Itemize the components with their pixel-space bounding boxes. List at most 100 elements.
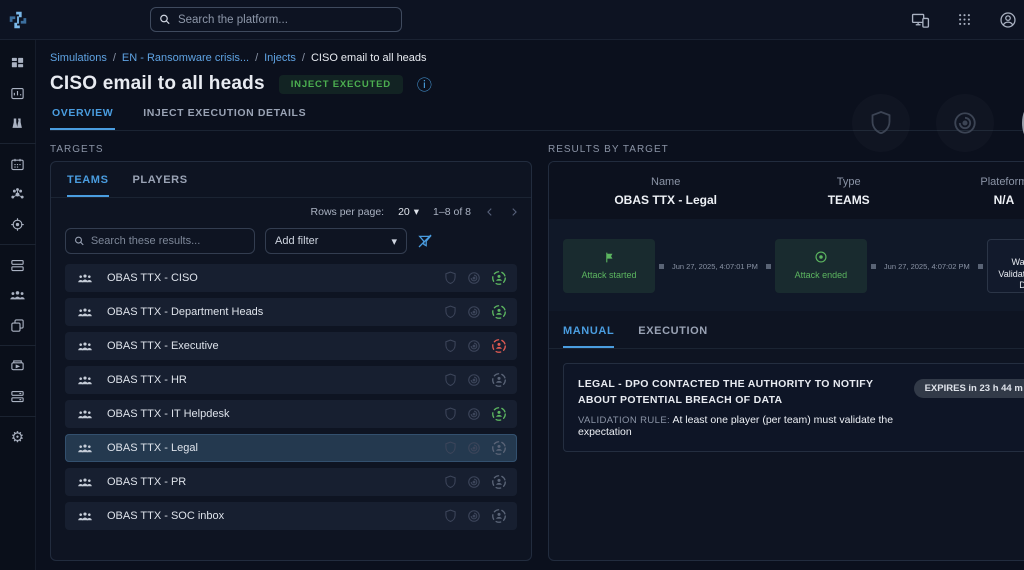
topbar	[0, 0, 1024, 40]
team-row[interactable]: OBAS TTX - SOC inbox	[65, 502, 517, 530]
next-page-icon[interactable]	[509, 207, 519, 217]
platform-search[interactable]	[150, 7, 402, 32]
platform-logo-icon[interactable]	[0, 9, 36, 31]
validation-rule-label: VALIDATION RULE:	[578, 415, 670, 426]
team-name: OBAS TTX - Executive	[107, 340, 444, 352]
detection-icon[interactable]	[467, 441, 481, 455]
flag-icon	[603, 251, 616, 264]
add-filter-select[interactable]: Add filter▾	[265, 228, 407, 254]
detection-icon[interactable]	[467, 373, 481, 387]
team-row[interactable]: OBAS TTX - Department Heads	[65, 298, 517, 326]
prevention-icon[interactable]	[444, 339, 457, 353]
assets-icon[interactable]	[4, 250, 32, 280]
team-icon	[77, 375, 93, 386]
platform-search-input[interactable]	[178, 14, 393, 26]
detection-score-ring[interactable]	[936, 94, 994, 152]
team-icon	[77, 443, 93, 454]
integrations-icon[interactable]	[4, 351, 32, 381]
clear-filters-icon[interactable]	[417, 233, 433, 249]
pagination-range: 1–8 of 8	[433, 206, 471, 218]
payloads-icon[interactable]	[4, 310, 32, 340]
team-row[interactable]: OBAS TTX - Executive	[65, 332, 517, 360]
meta-platform-label: Plateform	[980, 176, 1024, 188]
settings-icon[interactable]: ⚙	[4, 422, 32, 452]
tab-players[interactable]: PLAYERS	[133, 174, 188, 197]
info-icon[interactable]: ⓘ	[417, 74, 432, 95]
breadcrumb-simulations[interactable]: Simulations	[50, 52, 107, 64]
human-validation-icon[interactable]	[491, 474, 507, 490]
prevention-icon[interactable]	[444, 271, 457, 285]
human-validation-icon[interactable]	[491, 508, 507, 524]
tab-manual[interactable]: MANUAL	[563, 325, 614, 348]
team-row[interactable]: OBAS TTX - PR	[65, 468, 517, 496]
prevention-icon[interactable]	[444, 509, 457, 523]
breadcrumb: Simulations/ EN - Ransomware crisis.../ …	[50, 40, 1024, 64]
team-row[interactable]: OBAS TTX - CISO	[65, 264, 517, 292]
findings-icon[interactable]	[4, 108, 32, 138]
teams-icon[interactable]	[4, 280, 32, 310]
breadcrumb-simulation[interactable]: EN - Ransomware crisis...	[122, 52, 249, 64]
filter-row: Add filter▾	[51, 220, 531, 260]
target-meta: Name OBAS TTX - Legal Type TEAMS Platefo…	[549, 162, 1024, 219]
score-rings: 4.2% 12.5% 83.3%	[852, 88, 1024, 158]
detection-icon[interactable]	[467, 407, 481, 421]
shield-icon	[869, 110, 893, 136]
human-validation-icon[interactable]	[491, 406, 507, 422]
team-row[interactable]: OBAS TTX - IT Helpdesk	[65, 400, 517, 428]
detection-icon[interactable]	[467, 339, 481, 353]
meta-name-value: OBAS TTX - Legal	[614, 193, 717, 207]
detection-icon[interactable]	[467, 271, 481, 285]
timeline-step-attack-started[interactable]: Attack started	[563, 239, 655, 293]
meta-type-label: Type	[828, 176, 870, 188]
timeline-step-attack-ended[interactable]: Attack ended	[775, 239, 867, 293]
apps-grid-icon[interactable]	[950, 5, 978, 35]
tab-overview[interactable]: OVERVIEW	[50, 107, 115, 130]
results-search[interactable]	[65, 228, 255, 254]
team-icon	[77, 273, 93, 284]
timeline-step-waiting-validation[interactable]: Waiting for Validation Legal - DPO...	[987, 239, 1024, 293]
account-icon[interactable]	[994, 5, 1022, 35]
team-name: OBAS TTX - IT Helpdesk	[107, 408, 444, 420]
search-icon	[159, 13, 171, 26]
reports-icon[interactable]	[4, 78, 32, 108]
human-validation-icon[interactable]	[491, 338, 507, 354]
rows-per-page-label: Rows per page:	[311, 206, 385, 218]
prevention-icon[interactable]	[444, 373, 457, 387]
prevention-icon[interactable]	[444, 305, 457, 319]
prevention-icon[interactable]	[444, 475, 457, 489]
human-score-donut[interactable]: 4.2% 12.5% 83.3%	[1020, 88, 1024, 158]
detection-icon[interactable]	[467, 509, 481, 523]
results-search-input[interactable]	[91, 235, 246, 247]
human-validation-icon[interactable]	[491, 270, 507, 286]
tab-inject-execution-details[interactable]: INJECT EXECUTION DETAILS	[141, 107, 308, 130]
human-validation-icon[interactable]	[491, 440, 507, 456]
team-name: OBAS TTX - PR	[107, 476, 444, 488]
devices-icon[interactable]	[906, 5, 934, 35]
rows-per-page-select[interactable]: 20▾	[398, 206, 419, 218]
team-icon	[77, 307, 93, 318]
team-name: OBAS TTX - Department Heads	[107, 306, 444, 318]
human-validation-icon[interactable]	[491, 372, 507, 388]
documents-icon[interactable]	[4, 381, 32, 411]
simulations-icon[interactable]	[4, 149, 32, 179]
prevention-icon[interactable]	[444, 407, 457, 421]
detection-icon[interactable]	[467, 475, 481, 489]
scenarios-icon[interactable]	[4, 179, 32, 209]
human-validation-icon[interactable]	[491, 304, 507, 320]
dashboard-icon[interactable]	[4, 48, 32, 78]
prevention-score-ring[interactable]	[852, 94, 910, 152]
detection-icon[interactable]	[467, 305, 481, 319]
nav-divider	[0, 244, 36, 245]
nav-divider	[0, 345, 36, 346]
team-row[interactable]: OBAS TTX - HR	[65, 366, 517, 394]
pagination: Rows per page: 20▾ 1–8 of 8	[51, 198, 531, 220]
prevention-icon[interactable]	[444, 441, 457, 455]
team-row[interactable]: OBAS TTX - Legal	[65, 434, 517, 462]
atomic-testing-icon[interactable]	[4, 209, 32, 239]
targets-card: TEAMS PLAYERS Rows per page: 20▾ 1–8 of …	[50, 161, 532, 561]
tab-execution[interactable]: EXECUTION	[638, 325, 708, 348]
breadcrumb-injects[interactable]: Injects	[264, 52, 296, 64]
tab-teams[interactable]: TEAMS	[67, 174, 109, 197]
prev-page-icon[interactable]	[485, 207, 495, 217]
team-icon	[77, 409, 93, 420]
